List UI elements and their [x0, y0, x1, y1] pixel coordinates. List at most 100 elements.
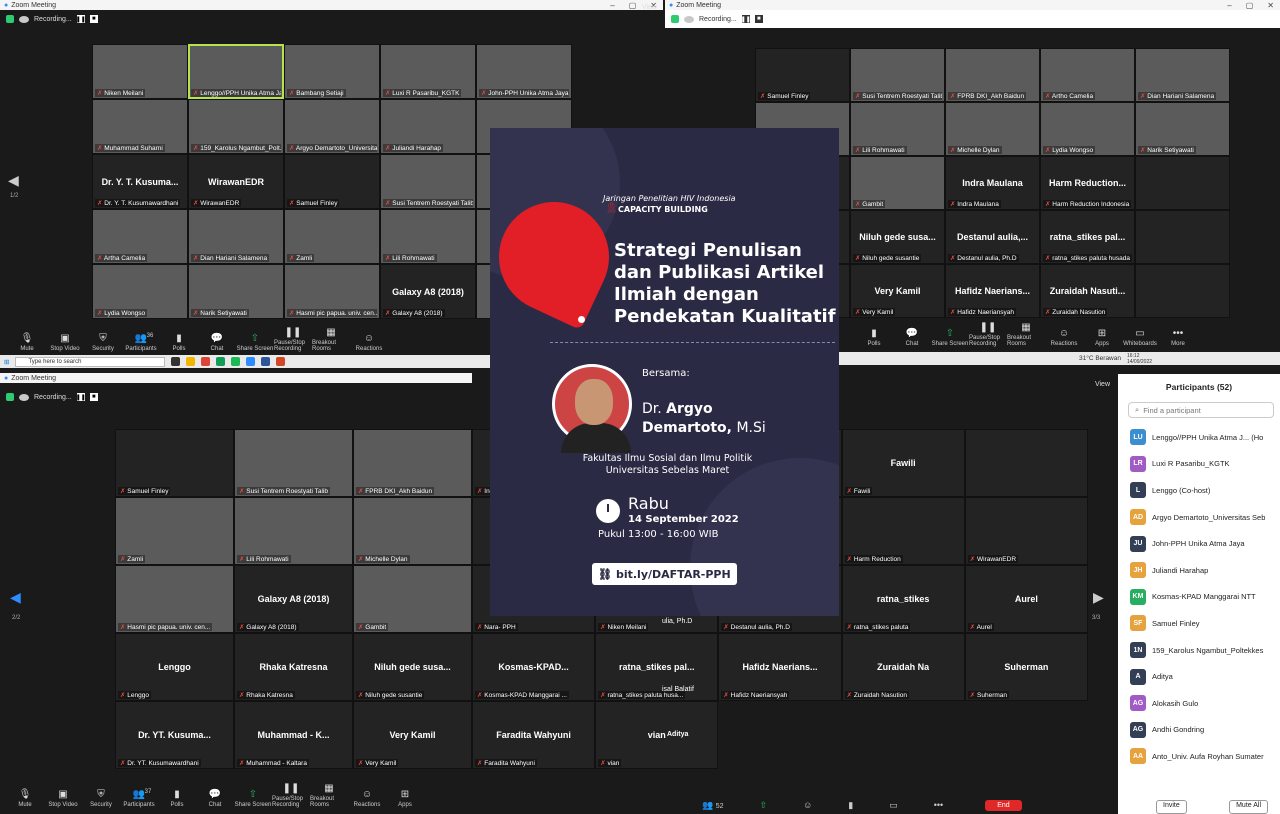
participant-tile[interactable]: Muhammad Suharni	[92, 99, 188, 154]
maximize-icon[interactable]: ▢	[629, 1, 637, 10]
participant-tile[interactable]: Lenggo Lenggo	[115, 633, 234, 701]
taskbar-app-icon[interactable]	[276, 357, 286, 366]
more-button[interactable]: ••• More	[1159, 328, 1197, 347]
participant-list-item[interactable]: LR Luxi R Pasaribu_KGTK	[1118, 451, 1280, 478]
minimize-icon[interactable]: –	[610, 1, 614, 10]
participant-tile[interactable]: Niken Meilani	[92, 44, 188, 99]
pause-recording-button[interactable]: ❚❚	[76, 393, 86, 401]
participant-tile[interactable]	[1135, 264, 1230, 318]
participants-button[interactable]: 👥 37 Participants	[120, 789, 158, 808]
participant-list-item[interactable]: AD Argyo Demartoto_Universitas Seb	[1118, 504, 1280, 531]
participant-list-item[interactable]: L Lenggo (Co-host)	[1118, 477, 1280, 504]
participant-tile[interactable]: vian vian	[595, 701, 719, 769]
participant-tile[interactable]: Susi Tentrem Roestyati Talib	[850, 48, 945, 102]
participant-tile[interactable]: Luxi R Pasaribu_KGTK	[380, 44, 476, 99]
participant-tile[interactable]: Niluh gede susa... Niluh gede susantie	[850, 210, 945, 264]
participant-tile[interactable]: Argyo Demartoto_Universitas ...	[284, 99, 380, 154]
participant-tile[interactable]: Indra Maulana Indra Maulana	[945, 156, 1040, 210]
participant-tile[interactable]: Hafidz Naerians... Hafidz Naeriansyah	[945, 264, 1040, 318]
view-button[interactable]: View	[642, 4, 657, 11]
taskbar-app-icon[interactable]	[231, 357, 241, 366]
participant-tile[interactable]: Very Kamil Very Kamil	[850, 264, 945, 318]
close-icon[interactable]: ✕	[1267, 1, 1274, 10]
participant-list-item[interactable]: 1N 159_Karolus Ngambut_Poltekkes	[1118, 637, 1280, 664]
participant-tile[interactable]: Hafidz Naerians... Hafidz Naeriansyah	[718, 633, 842, 701]
taskbar-app-icon[interactable]	[216, 357, 226, 366]
participant-tile[interactable]: Susi Tentrem Roestyati Talib	[380, 154, 476, 209]
participant-list-item[interactable]: AG Alokasih Gulo	[1118, 690, 1280, 717]
participant-tile[interactable]: Narik Setiyawati	[188, 264, 284, 319]
participants-button[interactable]: 👥 36 Participants	[122, 333, 160, 352]
minimize-icon[interactable]: –	[1227, 1, 1231, 10]
reactions-icon[interactable]: ☺	[803, 800, 812, 810]
reactions-button[interactable]: ☺ Reactions	[1045, 328, 1083, 347]
windows-start-icon[interactable]: ⊞	[4, 358, 9, 366]
participant-tile[interactable]: Very Kamil Very Kamil	[353, 701, 472, 769]
apps-button[interactable]: ⊞ Apps	[1083, 328, 1121, 347]
polls-button[interactable]: ▮ Polls	[160, 333, 198, 352]
polls-button[interactable]: ▮ Polls	[158, 789, 196, 808]
apps-button[interactable]: ⊞ Apps	[386, 789, 424, 808]
participant-tile[interactable]: Galaxy A8 (2018) Galaxy A8 (2018)	[234, 565, 353, 633]
participant-tile[interactable]: Harm Reduction	[841, 497, 965, 565]
participant-list-item[interactable]: JH Juliandi Harahap	[1118, 557, 1280, 584]
whiteboards-button[interactable]: ▭ Whiteboards	[1121, 328, 1159, 347]
participant-tile[interactable]: Narik Setiyawati	[1135, 102, 1230, 156]
maximize-icon[interactable]: ▢	[1246, 1, 1254, 10]
share-screen-button[interactable]: ⇧ Share Screen	[234, 789, 272, 808]
participant-tile[interactable]: Gambit	[850, 156, 945, 210]
camera-button[interactable]: ▣ Stop Video	[44, 789, 82, 808]
taskbar-search-input[interactable]: Type here to search	[15, 356, 166, 367]
participant-tile[interactable]: Harm Reduction... Harm Reduction Indonesi…	[1040, 156, 1135, 210]
end-meeting-button[interactable]: End	[985, 799, 1022, 811]
participant-tile[interactable]: Lydia Wongso	[1040, 102, 1135, 156]
participant-tile[interactable]: Fawili Fawili	[841, 429, 965, 497]
mic-button[interactable]: 🎙 Mute	[6, 789, 44, 808]
participant-tile[interactable]: Galaxy A8 (2018) Galaxy A8 (2018)	[380, 264, 476, 319]
mute-all-button[interactable]: Mute All	[1229, 800, 1268, 814]
participant-list-item[interactable]: SF Samuel Finley	[1118, 610, 1280, 637]
participant-list-item[interactable]: AA Anto_Univ. Aufa Royhan Sumater	[1118, 743, 1280, 770]
participant-tile[interactable]: 159_Karolus Ngambut_Polt...	[188, 99, 284, 154]
participant-tile[interactable]: Zamli	[284, 209, 380, 264]
shield-button[interactable]: ⛨ Security	[82, 789, 120, 808]
participant-list-item[interactable]: A Aditya	[1118, 663, 1280, 690]
share-screen-icon[interactable]: ⇧	[760, 800, 768, 811]
next-page-icon[interactable]: ▶	[1093, 589, 1104, 606]
invite-button[interactable]: Invite	[1156, 800, 1187, 814]
taskbar-app-icon[interactable]	[186, 357, 196, 366]
participants-icon[interactable]: 👥 52	[702, 800, 724, 811]
participant-tile[interactable]	[964, 429, 1088, 497]
stop-recording-button[interactable]: ■	[754, 15, 763, 23]
participant-tile[interactable]: FPRB DKI_Akh Baidun	[945, 48, 1040, 102]
stop-recording-button[interactable]: ■	[89, 15, 98, 23]
record-button[interactable]: ❚❚ Pause/Stop Recording	[274, 327, 312, 352]
breakout-button[interactable]: ▦ Breakout Rooms	[310, 783, 348, 808]
participant-tile[interactable]: Zuraidah Na Zuraidah Nasution	[841, 633, 965, 701]
participant-tile[interactable]: WirawanEDR	[964, 497, 1088, 565]
participant-tile[interactable]: Niluh gede susa... Niluh gede susantie	[353, 633, 472, 701]
record-button[interactable]: ❚❚ Pause/Stop Recording	[969, 322, 1007, 347]
participant-list-item[interactable]: AG Andhi Gondring	[1118, 717, 1280, 744]
chat-button[interactable]: 💬 Chat	[893, 328, 931, 347]
camera-button[interactable]: ▣ Stop Video	[46, 333, 84, 352]
taskbar-app-icon[interactable]	[171, 357, 181, 366]
view-button[interactable]: View	[1095, 381, 1110, 388]
mic-button[interactable]: 🎙 Mute	[8, 333, 46, 352]
participant-tile[interactable]: Juliandi Harahap	[380, 99, 476, 154]
registration-link[interactable]: ⛓ bit.ly/DAFTAR-PPH	[592, 563, 737, 585]
participant-tile[interactable]: Zamli	[115, 497, 234, 565]
prev-page-icon[interactable]: ◀	[10, 589, 21, 606]
participant-tile[interactable]: Muhammad - K... Muhammad - Kaltara	[234, 701, 353, 769]
participant-tile[interactable]	[1135, 210, 1230, 264]
participant-tile[interactable]: ratna_stikes ratna_stikes paluta	[841, 565, 965, 633]
participant-tile[interactable]: Hasmi pic papua. univ. cen...	[284, 264, 380, 319]
stop-recording-button[interactable]: ■	[89, 393, 98, 401]
reactions-button[interactable]: ☺ Reactions	[348, 789, 386, 808]
polls-button[interactable]: ▮ Polls	[855, 328, 893, 347]
breakout-button[interactable]: ▦ Breakout Rooms	[312, 327, 350, 352]
participant-tile[interactable]: Lili Rohmawati	[234, 497, 353, 565]
pause-recording-button[interactable]: ❚❚	[76, 15, 86, 23]
participant-tile[interactable]: Dr. YT. Kusuma... Dr. YT. Kusumawardhani	[115, 701, 234, 769]
participant-tile[interactable]: Lydia Wongso	[92, 264, 188, 319]
